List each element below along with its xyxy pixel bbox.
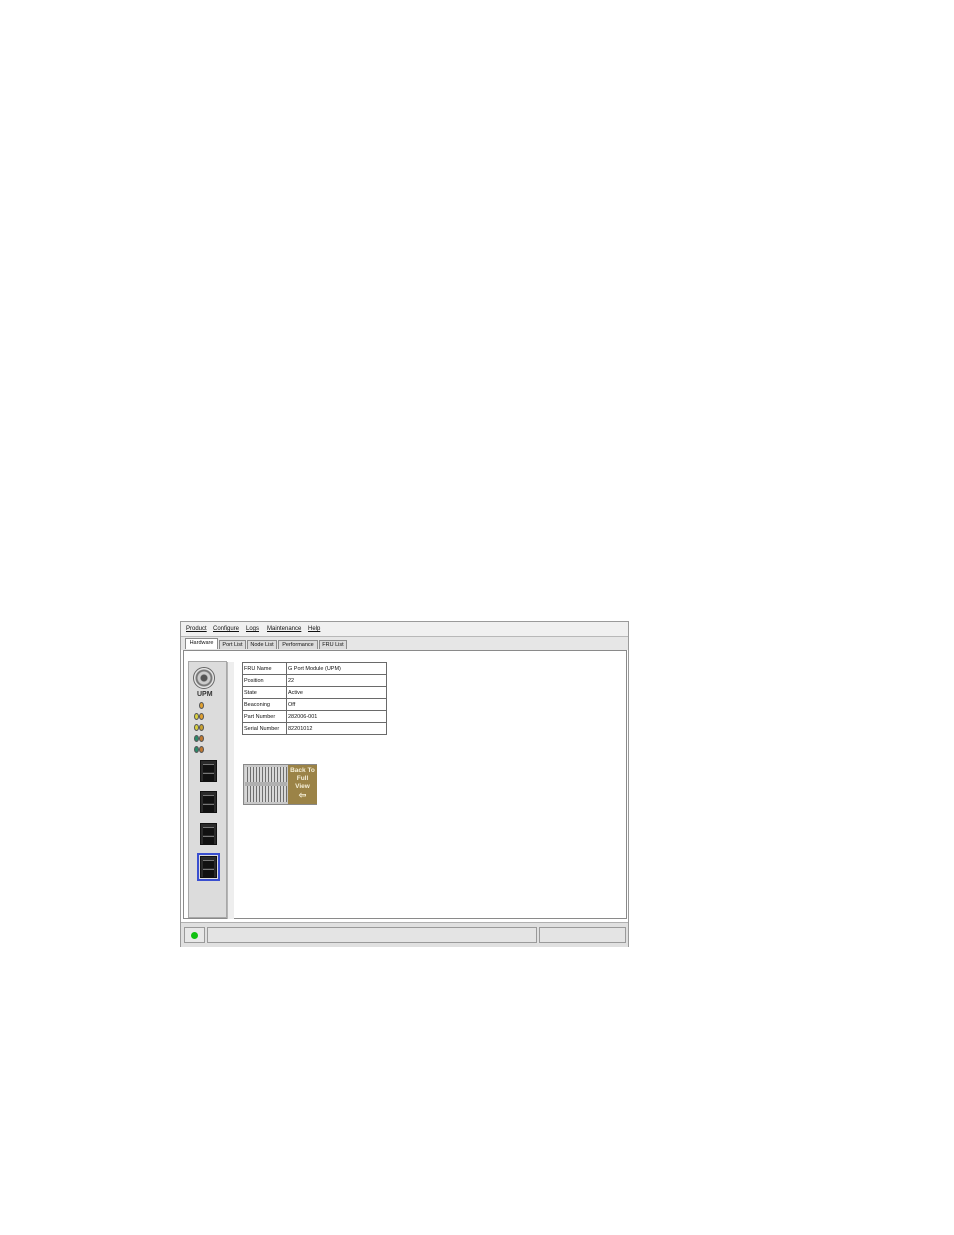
table-row: Part Number 282006-001 [242,710,387,723]
tab-node-list[interactable]: Node List [247,640,277,649]
beaconing-label: Beaconing [242,698,287,711]
fru-name-value: G Port Module (UPM) [286,662,387,675]
back-to-full-view-button[interactable]: Back To Full View ⇦ [243,764,317,805]
tab-performance[interactable]: Performance [278,640,318,649]
table-row: Serial Number 82201012 [242,722,387,735]
beaconing-value: Off [286,698,387,711]
upm-module[interactable]: UPM [188,661,234,919]
chassis-thumbnail-icon [245,767,287,802]
state-label: State [242,686,287,699]
menu-maintenance[interactable]: Maintenance [267,626,301,632]
status-bar [181,922,628,947]
status-indicator [184,927,205,943]
menu-configure[interactable]: Configure [213,626,239,632]
status-led-icon [199,735,204,742]
tab-port-list[interactable]: Port List [219,640,246,649]
menu-logs[interactable]: Logs [246,626,259,632]
serial-number-label: Serial Number [242,722,287,735]
tab-hardware[interactable]: Hardware [185,638,218,649]
fru-name-label: FRU Name [242,662,287,675]
back-button-label: Back To Full View ⇦ [288,765,317,804]
state-value: Active [286,686,387,699]
status-secondary-field [539,927,626,943]
menu-help[interactable]: Help [308,626,320,632]
menu-bar: Product Configure Logs Maintenance Help [181,622,628,637]
status-ok-icon [191,932,198,939]
application-window: Product Configure Logs Maintenance Help … [180,621,629,947]
table-row: FRU Name G Port Module (UPM) [242,662,387,675]
tab-fru-list[interactable]: FRU List [319,640,347,649]
status-led-icon [199,724,204,731]
table-row: Beaconing Off [242,698,387,711]
table-row: Position 22 [242,674,387,687]
port-4[interactable] [197,853,220,881]
module-label: UPM [197,691,213,698]
status-led-icon [199,702,204,709]
port-2[interactable] [200,791,217,813]
table-row: State Active [242,686,387,699]
position-label: Position [242,674,287,687]
module-edge [227,662,234,919]
back-label-line1: Back To [290,767,315,774]
position-value: 22 [286,674,387,687]
ejector-knob-icon [193,667,215,689]
back-label-line3: View [295,783,310,790]
status-led-icon [199,713,204,720]
tab-bar: Hardware Port List Node List Performance… [181,637,628,650]
part-number-label: Part Number [242,710,287,723]
port-1[interactable] [200,760,217,782]
menu-product[interactable]: Product [186,626,207,632]
hardware-panel: UPM FRU Name G Port Module (UPM) Positio… [183,650,627,919]
part-number-value: 282006-001 [286,710,387,723]
back-label-line2: Full [296,775,309,782]
fru-info-table: FRU Name G Port Module (UPM) Position 22 S… [242,662,387,735]
status-message-field [207,927,537,943]
status-led-icon [199,746,204,753]
arrow-left-icon: ⇦ [298,790,307,800]
port-3[interactable] [200,823,217,845]
serial-number-value: 82201012 [286,722,387,735]
